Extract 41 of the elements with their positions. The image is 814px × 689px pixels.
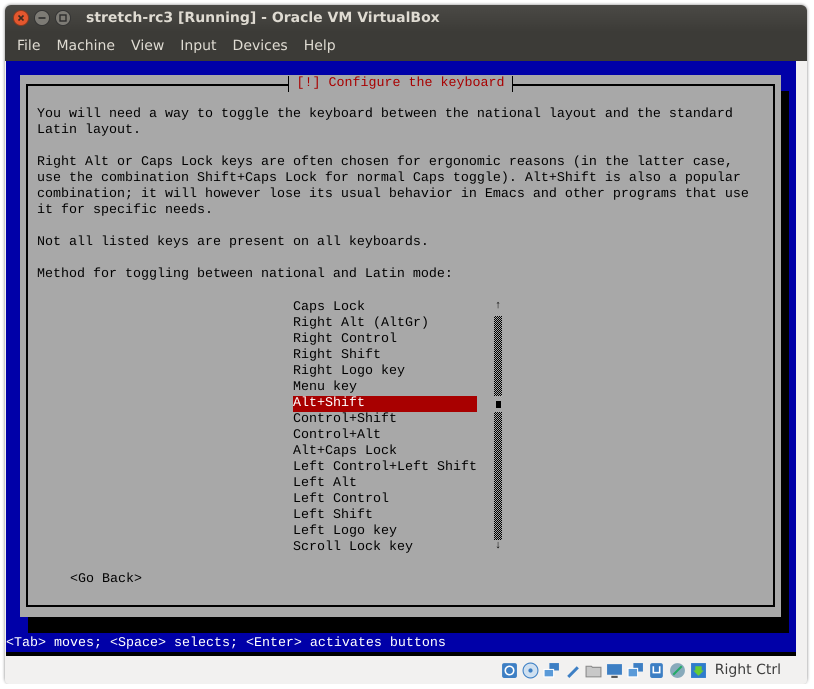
menu-item[interactable]: Devices [224,38,296,54]
windows-icon[interactable] [626,662,644,678]
list-option[interactable]: Alt+Caps Lock [293,444,477,460]
dialog-title: [!] Configure the keyboard [288,76,514,92]
list-option[interactable]: Left Control [293,492,477,508]
menu-item[interactable]: Help [296,38,344,54]
menu-item[interactable]: Machine [48,38,124,54]
list-option[interactable]: Control+Shift [293,412,477,428]
list-option[interactable]: Right Control [293,332,477,348]
list-option[interactable]: Control+Alt [293,428,477,444]
window-title: stretch-rc3 [Running] - Oracle VM VirtualBox [86,10,440,26]
paragraph: Method for toggling between national and Latin mode: [37,267,454,283]
download-icon[interactable] [690,662,707,678]
paragraph: Not all listed keys are present on all keyboards. [37,235,430,251]
list-option[interactable]: Left Logo key [293,524,477,540]
display-icon[interactable] [606,662,623,678]
scrollbar-thumb[interactable] [496,400,500,408]
scroll-up-arrow[interactable]: ↑ [494,300,502,316]
scrollbar-track[interactable] [494,316,502,540]
menu-item[interactable]: View [123,38,172,54]
list-option[interactable]: Right Logo key [293,364,477,380]
list-option[interactable]: Caps Lock [293,300,477,316]
list-option[interactable]: Scroll Lock key [293,540,477,556]
list-option[interactable]: Right Alt (AltGr) [293,316,477,332]
paragraph: Right Alt or Caps Lock keys are often chosen for ergonomic reasons (in the latter case, use the combination Shift+Caps Lock for normal Caps toggle). Alt+Shift is also a popular combination; it will however lose its usual behavior in Emacs and other programs that use it for specific needs. [37,155,749,219]
list-option[interactable]: Left Shift [293,508,477,524]
paragraph: You will need a way to toggle the keyboard between the national layout and the standard Latin layout. [37,107,734,139]
list-option[interactable]: Menu key [293,380,477,396]
maximize-icon[interactable] [55,10,71,26]
close-icon[interactable] [13,10,29,26]
go-back-button[interactable]: <Go Back> [70,572,142,588]
minimize-icon[interactable] [34,10,50,26]
list-option[interactable]: Left Control+Left Shift [293,460,477,476]
list-option[interactable]: Left Alt [293,476,477,492]
list-option[interactable]: Right Shift [293,348,477,364]
menu-item[interactable]: File [9,38,48,54]
optical-disc-icon[interactable] [522,662,539,678]
list-option[interactable]: Alt+Shift [293,396,477,412]
host-key-label: Right Ctrl [714,662,781,678]
scroll-down-arrow[interactable]: ↓ [494,540,502,556]
menu-item[interactable]: Input [172,38,225,54]
